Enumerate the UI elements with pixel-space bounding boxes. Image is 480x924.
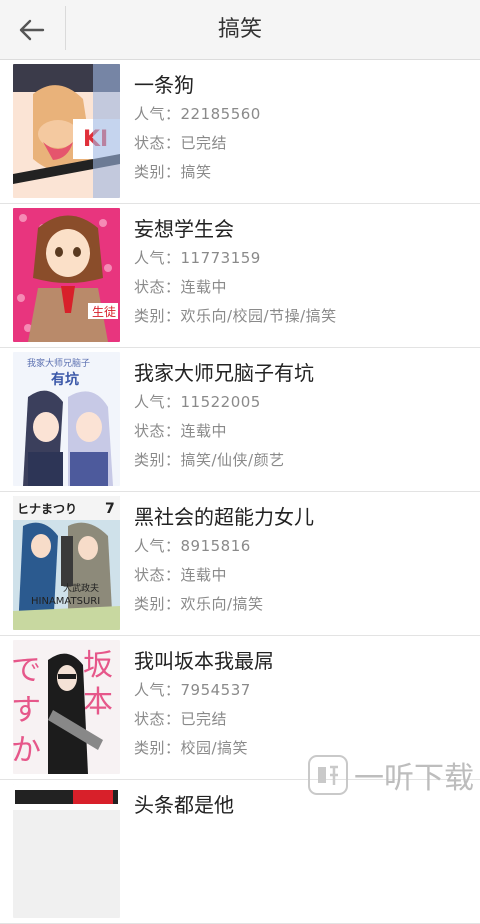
comic-cover[interactable]: KI — [13, 64, 120, 198]
site-watermark: 一听下载 — [306, 750, 480, 800]
comic-category: 类别：搞笑/仙侠/颜艺 — [134, 451, 285, 469]
comic-popularity: 人气：22185560 — [134, 105, 261, 123]
comic-popularity: 人气：7954537 — [134, 681, 251, 699]
comic-status: 状态：已完结 — [134, 710, 228, 728]
listen-logo-icon — [308, 755, 348, 795]
svg-text:ヒナまつり: ヒナまつり — [17, 502, 77, 516]
svg-text:坂: 坂 — [83, 648, 113, 683]
comic-title: 一条狗 — [134, 73, 194, 97]
comic-row[interactable]: 我家大师兄脑子 有坑 我家大师兄脑子有坑 人气：11522005 状态：连载中 … — [0, 348, 480, 492]
comic-cover[interactable]: 我家大师兄脑子 有坑 — [13, 352, 120, 486]
svg-text:大武政夫: 大武政夫 — [63, 582, 99, 594]
comic-row[interactable]: 头条都是他 — [0, 780, 480, 924]
comic-category: 类别：搞笑 — [134, 163, 212, 181]
comic-status: 状态：连载中 — [134, 422, 228, 440]
svg-text:生徒: 生徒 — [92, 305, 116, 319]
watermark-text: 一听下载 — [354, 761, 474, 796]
svg-text:す: す — [13, 693, 41, 728]
page-title: 搞笑 — [217, 17, 262, 42]
comic-title: 黑社会的超能力女儿 — [134, 505, 314, 529]
comic-title: 我家大师兄脑子有坑 — [134, 361, 314, 385]
comic-cover[interactable] — [13, 784, 120, 918]
comic-status: 状态：连载中 — [134, 566, 228, 584]
svg-text:か: か — [13, 733, 41, 768]
comic-row[interactable]: 生徒 妄想学生会 人气：11773159 状态：连载中 类别：欢乐向/校园/节操… — [0, 204, 480, 348]
comic-category: 类别：欢乐向/搞笑 — [134, 595, 264, 613]
comic-cover[interactable]: ヒナまつり 7 大武政夫 HINAMATSURI — [13, 496, 120, 630]
comic-popularity: 人气：11773159 — [134, 249, 261, 267]
svg-text:有坑: 有坑 — [51, 371, 79, 388]
comic-popularity: 人气：8915816 — [134, 537, 251, 555]
comic-title: 妄想学生会 — [134, 217, 234, 241]
app-header: 搞笑 — [0, 0, 480, 60]
comic-cover[interactable]: 坂 本 で す か — [13, 640, 120, 774]
comic-popularity: 人气：11522005 — [134, 393, 261, 411]
svg-text:本: 本 — [83, 685, 113, 720]
comic-row[interactable]: KI 一条狗 人气：22185560 状态：已完结 类别：搞笑 — [0, 60, 480, 204]
comic-status: 状态：已完结 — [134, 134, 228, 152]
comic-cover[interactable]: 生徒 — [13, 208, 120, 342]
comic-category: 类别：欢乐向/校园/节操/搞笑 — [134, 307, 337, 325]
comic-row[interactable]: ヒナまつり 7 大武政夫 HINAMATSURI 黑社会的超能力女儿 人气：89… — [0, 492, 480, 636]
comic-status: 状态：连载中 — [134, 278, 228, 296]
comic-title: 我叫坂本我最屌 — [134, 649, 274, 673]
svg-text:HINAMATSURI: HINAMATSURI — [31, 596, 100, 607]
svg-text:7: 7 — [105, 501, 115, 517]
svg-text:我家大师兄脑子: 我家大师兄脑子 — [27, 357, 90, 369]
svg-text:で: で — [13, 653, 41, 688]
